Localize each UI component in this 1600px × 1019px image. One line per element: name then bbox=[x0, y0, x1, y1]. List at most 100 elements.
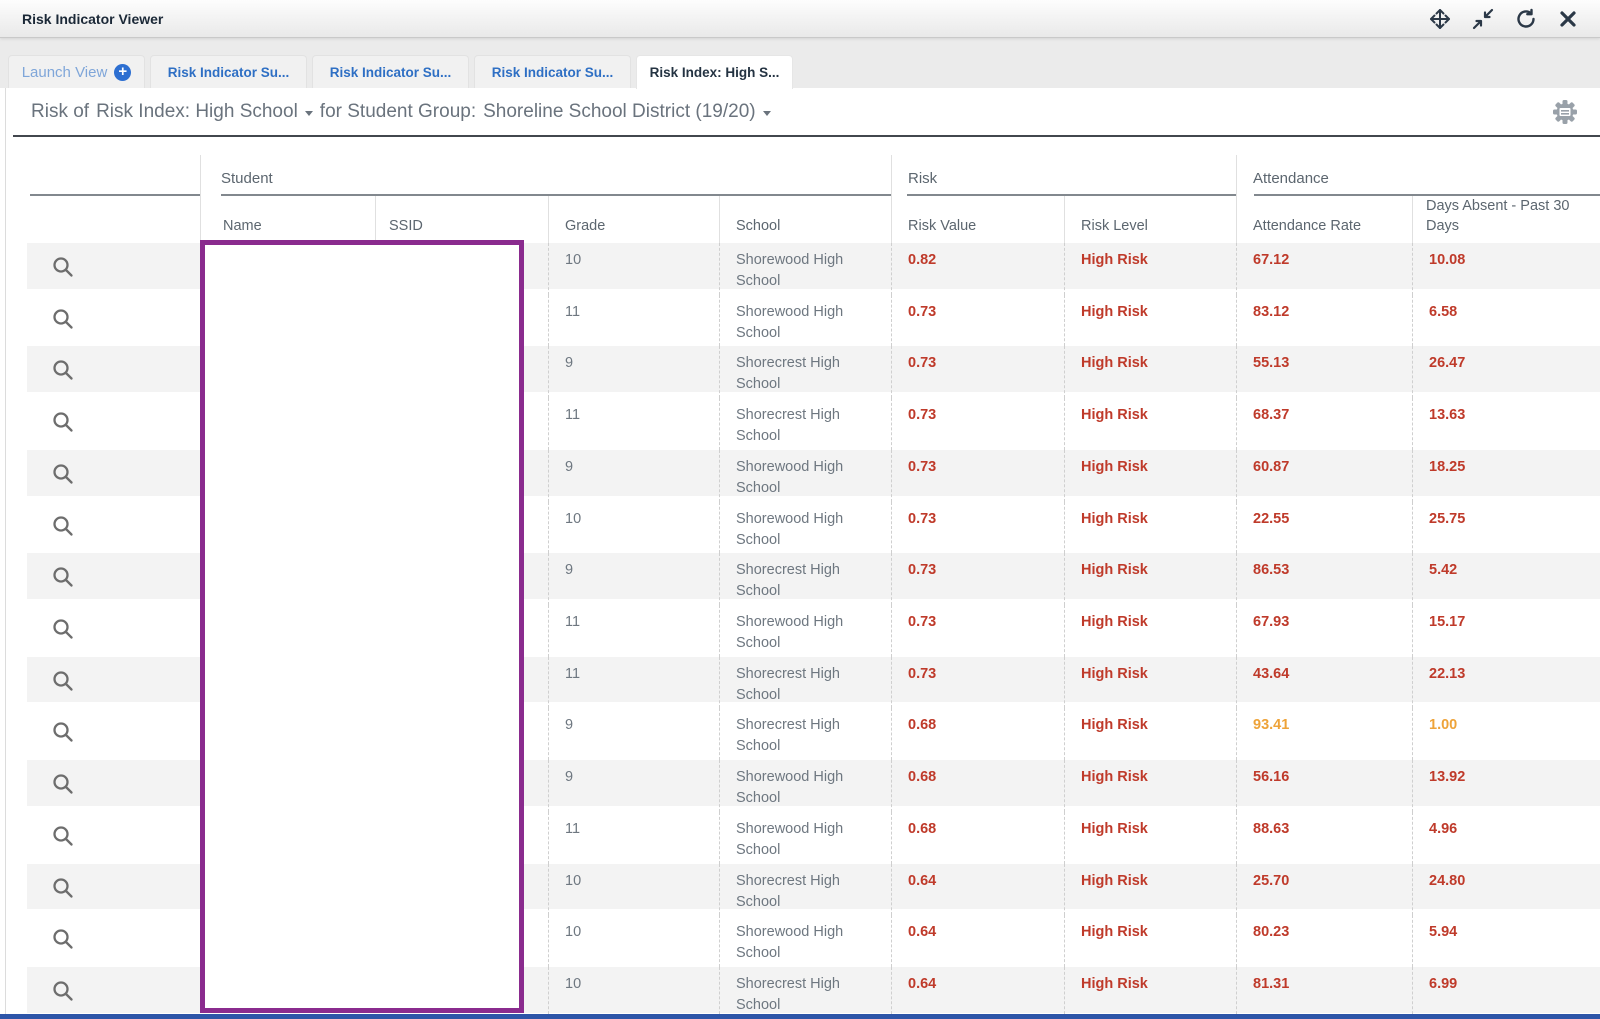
search-icon[interactable] bbox=[51, 720, 75, 744]
search-icon[interactable] bbox=[51, 307, 75, 331]
tab-risk-indicator-summary-3[interactable]: Risk Indicator Su... bbox=[474, 55, 631, 88]
cell-school: Shorewood High School bbox=[719, 502, 891, 554]
selector-connector: for Student Group: bbox=[320, 101, 476, 123]
search-icon[interactable] bbox=[51, 617, 75, 641]
gear-icon[interactable] bbox=[1551, 98, 1579, 132]
cell-risk-value: 0.73 bbox=[891, 657, 1064, 709]
row-search-cell bbox=[27, 295, 200, 347]
cell-grade: 11 bbox=[548, 812, 719, 864]
table-group-header: Student Risk Attendance bbox=[27, 155, 1600, 196]
column-header-ssid[interactable]: SSID bbox=[375, 196, 548, 246]
search-icon[interactable] bbox=[51, 876, 75, 900]
cell-school: Shorecrest High School bbox=[719, 864, 891, 916]
cell-risk-level: High Risk bbox=[1064, 812, 1236, 864]
row-search-cell bbox=[27, 502, 200, 554]
cell-school: Shorewood High School bbox=[719, 243, 891, 295]
cell-days-absent: 26.47 bbox=[1412, 346, 1600, 398]
cell-grade: 10 bbox=[548, 502, 719, 554]
search-icon[interactable] bbox=[51, 772, 75, 796]
cell-risk-value: 0.73 bbox=[891, 346, 1064, 398]
refresh-icon[interactable] bbox=[1515, 8, 1537, 30]
cell-school: Shorewood High School bbox=[719, 812, 891, 864]
row-search-cell bbox=[27, 864, 200, 916]
column-header-name[interactable]: Name bbox=[200, 196, 375, 246]
cell-days-absent: 5.42 bbox=[1412, 553, 1600, 605]
collapse-icon[interactable] bbox=[1472, 8, 1494, 30]
cell-school: Shorecrest High School bbox=[719, 657, 891, 709]
column-header-grade[interactable]: Grade bbox=[548, 196, 719, 246]
cell-risk-value: 0.73 bbox=[891, 450, 1064, 502]
column-header-risk-level[interactable]: Risk Level bbox=[1064, 196, 1236, 246]
search-icon[interactable] bbox=[51, 255, 75, 279]
cell-attendance-rate: 25.70 bbox=[1236, 864, 1412, 916]
cell-attendance-rate: 43.64 bbox=[1236, 657, 1412, 709]
cell-risk-value: 0.73 bbox=[891, 553, 1064, 605]
search-icon[interactable] bbox=[51, 824, 75, 848]
horizontal-scrollbar[interactable] bbox=[0, 1014, 1600, 1019]
cell-risk-value: 0.73 bbox=[891, 398, 1064, 450]
report-selector-row: Risk of Risk Index: High School for Stud… bbox=[13, 88, 1600, 137]
column-header-school[interactable]: School bbox=[719, 196, 891, 246]
tab-risk-indicator-summary-2[interactable]: Risk Indicator Su... bbox=[312, 55, 469, 88]
cell-risk-level: High Risk bbox=[1064, 502, 1236, 554]
cell-school: Shorewood High School bbox=[719, 295, 891, 347]
cell-school: Shorecrest High School bbox=[719, 708, 891, 760]
cell-days-absent: 24.80 bbox=[1412, 864, 1600, 916]
cell-risk-value: 0.64 bbox=[891, 864, 1064, 916]
search-icon[interactable] bbox=[51, 358, 75, 382]
row-search-cell bbox=[27, 915, 200, 967]
redaction-box bbox=[200, 240, 524, 1013]
selector-prefix: Risk of bbox=[31, 101, 89, 123]
cell-attendance-rate: 60.87 bbox=[1236, 450, 1412, 502]
search-icon[interactable] bbox=[51, 927, 75, 951]
student-group-dropdown[interactable]: Shoreline School District (19/20) bbox=[483, 101, 770, 123]
cell-risk-value: 0.73 bbox=[891, 502, 1064, 554]
cell-risk-level: High Risk bbox=[1064, 708, 1236, 760]
row-search-cell bbox=[27, 605, 200, 657]
tab-risk-index-high-school[interactable]: Risk Index: High S... bbox=[636, 55, 793, 89]
cell-school: Shorecrest High School bbox=[719, 346, 891, 398]
row-search-cell bbox=[27, 346, 200, 398]
cell-risk-level: High Risk bbox=[1064, 760, 1236, 812]
cell-risk-level: High Risk bbox=[1064, 864, 1236, 916]
tab-risk-indicator-summary-1[interactable]: Risk Indicator Su... bbox=[150, 55, 307, 88]
cell-risk-level: High Risk bbox=[1064, 915, 1236, 967]
cell-school: Shorewood High School bbox=[719, 760, 891, 812]
column-header-days-absent[interactable]: Days Absent - Past 30 Days bbox=[1412, 196, 1600, 246]
search-icon[interactable] bbox=[51, 462, 75, 486]
search-icon[interactable] bbox=[51, 669, 75, 693]
cell-attendance-rate: 68.37 bbox=[1236, 398, 1412, 450]
search-icon[interactable] bbox=[51, 410, 75, 434]
report-dropdown[interactable]: Risk Index: High School bbox=[96, 101, 313, 123]
cell-days-absent: 5.94 bbox=[1412, 915, 1600, 967]
cell-grade: 9 bbox=[548, 450, 719, 502]
close-icon[interactable] bbox=[1558, 9, 1578, 29]
search-icon[interactable] bbox=[51, 514, 75, 538]
cell-grade: 11 bbox=[548, 657, 719, 709]
cell-school: Shorecrest High School bbox=[719, 967, 891, 1019]
cell-attendance-rate: 22.55 bbox=[1236, 502, 1412, 554]
search-icon[interactable] bbox=[51, 565, 75, 589]
cell-risk-value: 0.73 bbox=[891, 605, 1064, 657]
row-search-cell bbox=[27, 708, 200, 760]
cell-risk-value: 0.68 bbox=[891, 812, 1064, 864]
tab-launch-view[interactable]: Launch View + bbox=[8, 55, 145, 88]
cell-risk-value: 0.82 bbox=[891, 243, 1064, 295]
window-titlebar: Risk Indicator Viewer bbox=[0, 0, 1600, 38]
row-search-cell bbox=[27, 967, 200, 1019]
window-controls bbox=[1429, 8, 1578, 30]
search-icon[interactable] bbox=[51, 979, 75, 1003]
column-header-risk-value[interactable]: Risk Value bbox=[891, 196, 1064, 246]
window-title: Risk Indicator Viewer bbox=[22, 11, 163, 27]
group-header-risk: Risk bbox=[891, 155, 1236, 196]
cell-days-absent: 1.00 bbox=[1412, 708, 1600, 760]
cell-days-absent: 6.99 bbox=[1412, 967, 1600, 1019]
cell-school: Shorecrest High School bbox=[719, 553, 891, 605]
cell-days-absent: 15.17 bbox=[1412, 605, 1600, 657]
move-icon[interactable] bbox=[1429, 8, 1451, 30]
row-search-cell bbox=[27, 657, 200, 709]
row-search-cell bbox=[27, 812, 200, 864]
cell-risk-level: High Risk bbox=[1064, 398, 1236, 450]
column-header-attendance-rate[interactable]: Attendance Rate bbox=[1236, 196, 1412, 246]
column-header-empty bbox=[27, 196, 200, 246]
